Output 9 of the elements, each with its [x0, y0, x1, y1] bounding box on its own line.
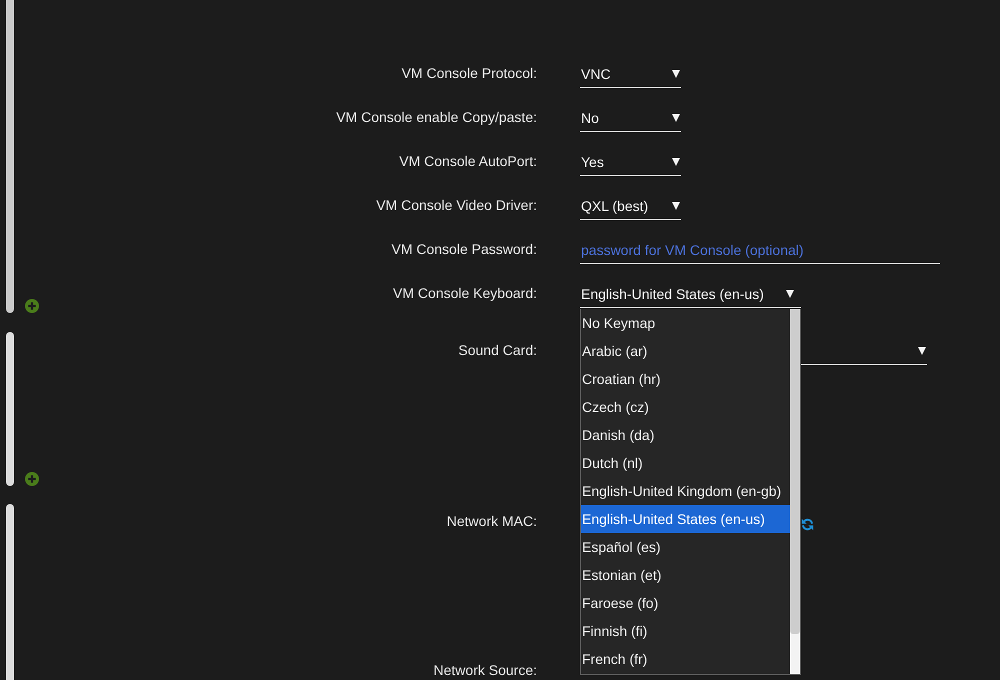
field-label: VM Console AutoPort:: [399, 152, 537, 170]
field-label: VM Console Protocol:: [402, 64, 537, 82]
field-label: Network Source:: [434, 661, 537, 679]
field-label: Network MAC:: [446, 512, 537, 530]
field-label: VM Console Video Driver:: [376, 196, 537, 214]
field-label: VM Console enable Copy/paste:: [336, 108, 537, 126]
field-label: VM Console Keyboard:: [393, 284, 537, 302]
field-label: Sound Card:: [458, 341, 537, 359]
field-label: VM Console Password:: [391, 240, 537, 258]
